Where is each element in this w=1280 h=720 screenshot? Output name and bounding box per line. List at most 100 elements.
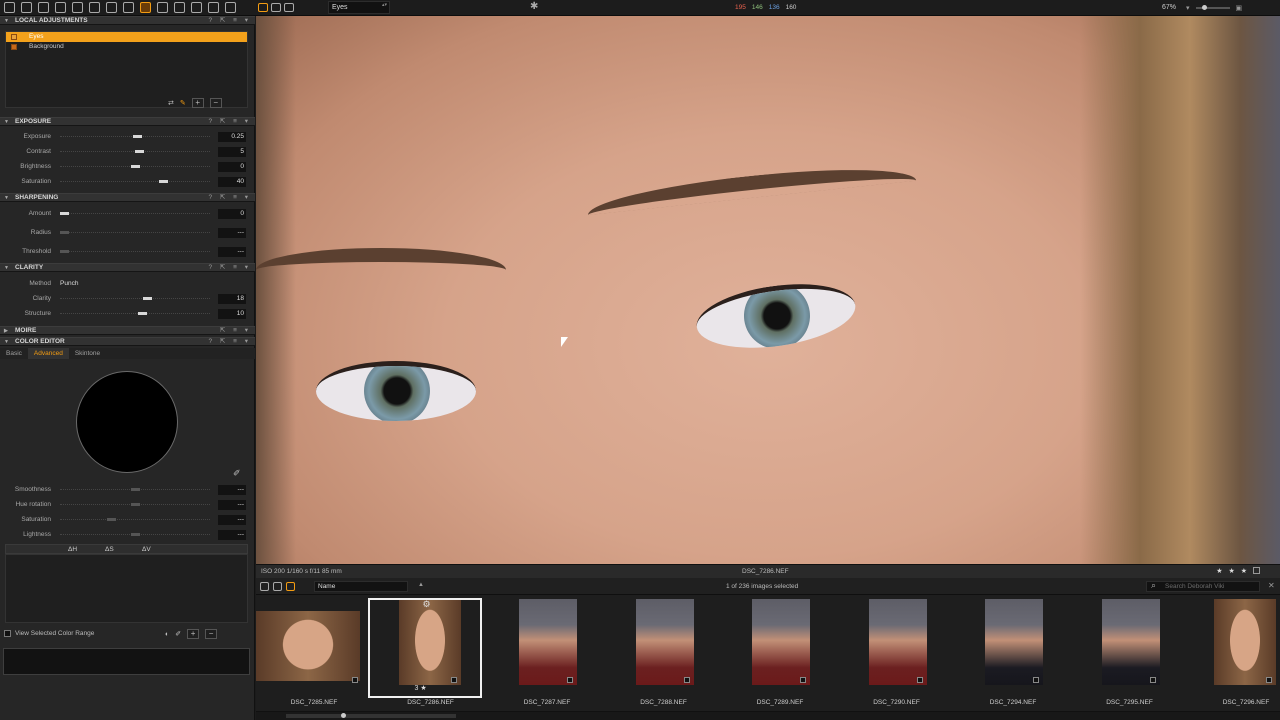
- slider-track[interactable]: [60, 312, 210, 316]
- slider-track[interactable]: [60, 250, 210, 254]
- filmstrip-thumbnail[interactable]: DSC_7285.NEF: [256, 595, 372, 711]
- remove-layer-button[interactable]: −: [209, 98, 222, 108]
- slider-knob[interactable]: [135, 150, 144, 153]
- gear-icon[interactable]: [208, 2, 219, 13]
- zoom-tool-icon[interactable]: [21, 2, 32, 13]
- slider-value[interactable]: ---: [218, 228, 246, 238]
- color-tag-icon[interactable]: [916, 677, 923, 683]
- slider-track[interactable]: [60, 135, 210, 139]
- remove-color-range-button[interactable]: −: [205, 629, 218, 639]
- header-tools-icon[interactable]: ? ⇱ ≡ ▾: [208, 264, 251, 272]
- slider-knob[interactable]: [131, 533, 140, 536]
- slider-value[interactable]: 0.25: [218, 132, 246, 142]
- eyedropper-icon[interactable]: ✐: [233, 468, 241, 479]
- brush-draw-icon[interactable]: ✎: [180, 99, 186, 107]
- tab-advanced[interactable]: Advanced: [27, 348, 69, 359]
- slider-knob[interactable]: [60, 231, 69, 234]
- slider-value[interactable]: 18: [218, 294, 246, 304]
- layer-item[interactable]: Eyes: [6, 32, 247, 42]
- slider-value[interactable]: ---: [218, 485, 246, 495]
- slider-value[interactable]: 0: [218, 162, 246, 172]
- brush-icon[interactable]: [140, 2, 151, 13]
- view-selected-checkbox[interactable]: [4, 630, 11, 637]
- slider-track[interactable]: [60, 518, 210, 522]
- slider-value[interactable]: ---: [218, 530, 246, 540]
- thumbnail-image[interactable]: [635, 599, 694, 685]
- color-tag-icon[interactable]: [800, 677, 806, 683]
- tab-basic[interactable]: Basic: [0, 348, 28, 359]
- slider-knob[interactable]: [131, 503, 140, 506]
- color-tag-icon[interactable]: [1033, 677, 1039, 683]
- add-layer-button[interactable]: +: [191, 98, 204, 108]
- filmstrip-thumbnail[interactable]: DSC_7288.NEF: [606, 595, 722, 711]
- slider-track[interactable]: [60, 180, 210, 184]
- local-adjustments-header[interactable]: LOCAL ADJUSTMENTS ? ⇱ ≡ ▾: [0, 16, 255, 25]
- slider-value[interactable]: 0: [218, 209, 246, 219]
- filmstrip-thumbnail[interactable]: DSC_7295.NEF: [1072, 595, 1188, 711]
- thumbnail-image[interactable]: [256, 611, 360, 681]
- camera-icon[interactable]: [38, 2, 49, 13]
- thumbnail-image[interactable]: [985, 599, 1043, 685]
- slider-knob[interactable]: [107, 518, 116, 521]
- slider-value[interactable]: 40: [218, 177, 246, 187]
- share-icon[interactable]: [225, 2, 236, 13]
- color-tag-icon[interactable]: [352, 677, 358, 683]
- slider-track[interactable]: [60, 165, 210, 169]
- color-tag-icon[interactable]: [1253, 567, 1260, 574]
- color-circle-icon[interactable]: ◐: [165, 631, 169, 638]
- close-icon[interactable]: ✕: [1268, 581, 1275, 590]
- cursor-tool-icon[interactable]: ✱: [530, 2, 538, 12]
- header-tools-icon[interactable]: ? ⇱ ≡ ▾: [208, 338, 251, 346]
- slider-knob[interactable]: [143, 297, 152, 300]
- thumbnail-image[interactable]: [1214, 599, 1276, 685]
- color-tag-icon[interactable]: [1266, 677, 1272, 683]
- spot-tool-icon[interactable]: [123, 2, 134, 13]
- thumbnail-image[interactable]: [868, 599, 927, 685]
- filmstrip-icon[interactable]: [286, 582, 295, 591]
- clarity-method-select[interactable]: Punch: [60, 280, 78, 287]
- filmstrip-thumbnail[interactable]: DSC_7287.NEF: [489, 595, 605, 711]
- magnifier-icon[interactable]: [106, 2, 117, 13]
- slider-track[interactable]: [60, 503, 210, 507]
- contrast-icon[interactable]: [191, 2, 202, 13]
- filmstrip-scrollbar[interactable]: [256, 711, 1280, 720]
- slider-track[interactable]: [60, 150, 210, 154]
- info-icon[interactable]: [174, 2, 185, 13]
- color-editor-header[interactable]: COLOR EDITOR ? ⇱ ≡ ▾: [0, 337, 255, 346]
- color-tag-icon[interactable]: [683, 677, 690, 683]
- search-input[interactable]: Search Deborah Viki: [1146, 581, 1260, 592]
- multi-view-icon[interactable]: [271, 3, 281, 12]
- filmstrip-thumbnail[interactable]: DSC_7296.NEF: [1188, 595, 1280, 711]
- list-icon[interactable]: [273, 582, 282, 591]
- slider-track[interactable]: [60, 488, 210, 492]
- swap-icon[interactable]: ⇄: [168, 99, 174, 107]
- layer-checkbox[interactable]: [11, 44, 17, 50]
- color-picker-icon[interactable]: [157, 2, 168, 13]
- rating-stars[interactable]: ★ ★ ★: [1216, 567, 1260, 575]
- color-range-notes[interactable]: [3, 648, 250, 675]
- image-viewer[interactable]: [256, 16, 1280, 564]
- color-tag-icon[interactable]: [567, 677, 573, 683]
- zoom-fit-icon[interactable]: ▣: [1236, 4, 1243, 12]
- zoom-slider[interactable]: [1195, 5, 1230, 10]
- slider-knob[interactable]: [60, 250, 69, 253]
- grid-view-icon[interactable]: [258, 3, 268, 12]
- header-tools-icon[interactable]: ? ⇱ ≡ ▾: [208, 194, 251, 202]
- sharpening-header[interactable]: SHARPENING ? ⇱ ≡ ▾: [0, 193, 255, 202]
- slider-value[interactable]: ---: [218, 500, 246, 510]
- slider-knob[interactable]: [138, 312, 147, 315]
- layer-selector[interactable]: Eyes: [328, 1, 390, 14]
- zoom-out-icon[interactable]: ▾: [1186, 4, 1190, 12]
- clarity-header[interactable]: CLARITY ? ⇱ ≡ ▾: [0, 263, 255, 272]
- filmstrip-thumbnail[interactable]: DSC_7289.NEF: [722, 595, 838, 711]
- thumbnail-image[interactable]: [752, 599, 810, 685]
- exposure-header[interactable]: EXPOSURE ? ⇱ ≡ ▾: [0, 117, 255, 126]
- slider-track[interactable]: [60, 533, 210, 537]
- filmstrip-thumbnail[interactable]: DSC_7294.NEF: [955, 595, 1071, 711]
- slider-knob[interactable]: [131, 488, 140, 491]
- filmstrip-thumbnail[interactable]: DSC_7290.NEF: [839, 595, 955, 711]
- crop-icon[interactable]: [89, 2, 100, 13]
- single-view-icon[interactable]: [284, 3, 294, 12]
- rotate-tool-icon[interactable]: [72, 2, 83, 13]
- slider-track[interactable]: [60, 212, 210, 216]
